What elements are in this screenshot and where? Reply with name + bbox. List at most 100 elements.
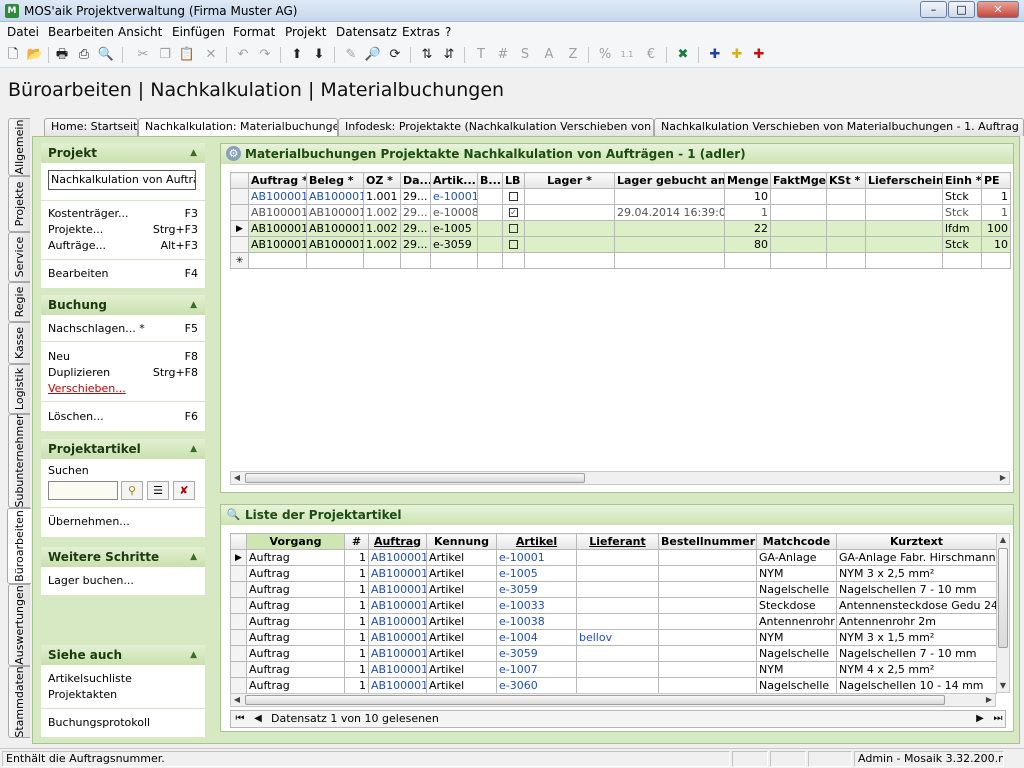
cell-lb[interactable] <box>502 236 525 253</box>
cell-bestellnummer[interactable] <box>658 661 757 678</box>
cell-einheit[interactable]: lfdm <box>942 220 982 237</box>
cell-artikel[interactable]: e-1005 <box>496 565 577 582</box>
table-row[interactable]: Auftrag 1 AB100001 Artikel e-1005 NYM NYM 3 x … <box>230 565 997 582</box>
collapse-icon[interactable]: ▲ <box>190 295 197 315</box>
table-row[interactable]: Auftrag 1 AB100001 Artikel e-10033 Steckdose A… <box>230 597 997 614</box>
column-header[interactable]: B... <box>477 172 503 189</box>
cell-lager[interactable] <box>524 236 615 253</box>
cell-kurztext[interactable]: Nagelschellen 10 - 14 mm <box>836 677 997 694</box>
maximize-button[interactable]: □ <box>948 1 975 18</box>
cell-nummer[interactable]: 1 <box>344 613 369 630</box>
cell-kennung[interactable]: Artikel <box>426 597 497 614</box>
section-header-weitere-schritte[interactable]: Weitere Schritte ▲ <box>41 547 205 567</box>
cell-menge[interactable]: 80 <box>724 236 771 253</box>
menu-projekt[interactable]: Projekt <box>285 25 326 39</box>
cell-beleg[interactable]: AB100001 <box>306 204 364 221</box>
cell-nummer[interactable]: 1 <box>344 581 369 598</box>
horizontal-scrollbar[interactable]: ◀ ▶ <box>230 693 996 707</box>
cell-vorgang[interactable]: Auftrag <box>246 629 345 646</box>
cell-kurztext[interactable]: Nagelschellen 7 - 10 mm <box>836 581 997 598</box>
first-record-icon[interactable]: ⏮ <box>233 712 247 726</box>
side-tab-projekte[interactable]: Projekte <box>8 176 30 232</box>
cell-bestellnummer[interactable] <box>658 549 757 566</box>
link-duplizieren[interactable]: Duplizieren Strg+F8 <box>48 366 198 380</box>
close-button[interactable]: ✕ <box>977 1 1019 18</box>
cell-matchcode[interactable]: Antennenrohr <box>756 613 837 630</box>
cell-auftrag[interactable]: AB100001 <box>368 645 427 662</box>
copy-icon[interactable]: ❐ <box>156 46 174 64</box>
column-header[interactable]: Kennung <box>426 533 497 550</box>
minimize-button[interactable]: – <box>920 1 947 18</box>
print-multiple-icon[interactable]: ⎙ <box>75 46 93 64</box>
excel-export-icon[interactable]: ✖ <box>674 46 692 64</box>
cell-bestellnummer[interactable] <box>658 597 757 614</box>
link-verschieben[interactable]: Verschieben... <box>48 382 198 396</box>
cell-lieferant[interactable] <box>576 565 659 582</box>
s-format-icon[interactable]: S <box>516 46 534 64</box>
cell-lieferant[interactable] <box>576 613 659 630</box>
row-selector[interactable] <box>230 565 247 582</box>
column-header[interactable]: OZ * <box>363 172 401 189</box>
scroll-down-icon[interactable]: ▼ <box>997 680 1009 692</box>
vertical-scrollbar[interactable]: ▲ ▼ <box>996 533 1010 693</box>
cell-matchcode[interactable]: NYM <box>756 629 837 646</box>
side-tab-regie[interactable]: Regie <box>8 282 30 322</box>
table-row[interactable]: Auftrag 1 AB100001 Artikel e-10038 Antennenro… <box>230 613 997 630</box>
scroll-right-icon[interactable]: ▶ <box>983 694 995 706</box>
cell-artikel[interactable]: e-10001 <box>496 549 577 566</box>
cell-menge[interactable]: 22 <box>724 220 771 237</box>
cell-artikel[interactable]: e-1007 <box>496 661 577 678</box>
row-selector[interactable] <box>230 204 249 221</box>
cell-lieferschein[interactable] <box>865 204 943 221</box>
table-row[interactable]: Auftrag 1 AB100001 Artikel e-3059 Nagelschell… <box>230 645 997 662</box>
column-header[interactable]: Einh * <box>942 172 982 189</box>
collapse-icon[interactable]: ▲ <box>190 645 197 665</box>
cell-pe[interactable]: 100 <box>981 220 1011 237</box>
arrow-up-icon[interactable]: ⬆ <box>288 46 306 64</box>
cell-kennung[interactable]: Artikel <box>426 661 497 678</box>
next-record-icon[interactable]: ▶ <box>973 712 987 726</box>
cell-datum[interactable]: 29... <box>400 236 431 253</box>
cell-artikel[interactable]: e-10033 <box>496 597 577 614</box>
z-format-icon[interactable]: Z <box>564 46 582 64</box>
cell-artikel[interactable]: e-10038 <box>496 613 577 630</box>
cell-auftrag[interactable]: AB100001 <box>368 661 427 678</box>
row-selector[interactable] <box>230 188 249 205</box>
cell-artikel[interactable]: e-3059 <box>430 236 478 253</box>
refresh-icon[interactable]: ⟳ <box>386 46 404 64</box>
cell-beleg[interactable]: AB100001 <box>306 220 364 237</box>
cell-beleg[interactable]: AB100001 <box>306 188 364 205</box>
hash-format-icon[interactable]: # <box>494 46 512 64</box>
pen-icon[interactable]: ✎ <box>342 46 360 64</box>
menu-extras[interactable]: Extras <box>402 25 440 39</box>
cell-oz[interactable]: 1.001 <box>363 188 401 205</box>
column-header[interactable]: PE <box>981 172 1011 189</box>
cell-kennung[interactable]: Artikel <box>426 629 497 646</box>
cell-kst[interactable] <box>826 236 866 253</box>
column-header[interactable]: Artik... <box>430 172 478 189</box>
side-tab-bueroarbeiten[interactable]: Büroarbeiten <box>7 508 31 584</box>
cell-menge[interactable]: 10 <box>724 188 771 205</box>
column-header[interactable]: FaktMge <box>770 172 827 189</box>
table-row[interactable]: Auftrag 1 AB100001 Artikel e-3059 Nagelschell… <box>230 581 997 598</box>
filter-icon[interactable]: ⚲ <box>121 481 143 500</box>
side-tab-kasse[interactable]: Kasse <box>8 322 30 364</box>
cell-b[interactable] <box>477 204 503 221</box>
table-row[interactable]: AB100001 AB100001 1.001 29... e-10001 10… <box>230 188 1011 205</box>
paste-icon[interactable]: 📋 <box>178 46 196 64</box>
percent-icon[interactable]: % <box>596 46 614 64</box>
cell-auftrag[interactable]: AB100001 <box>368 565 427 582</box>
cell-matchcode[interactable]: Nagelschelle <box>756 677 837 694</box>
link-buchungsprotokoll[interactable]: Buchungsprotokoll <box>48 716 198 730</box>
lb-checkbox[interactable] <box>509 192 518 201</box>
new-file-icon[interactable]: 🗋 <box>4 46 22 64</box>
project-selector-input[interactable]: Nachkalkulation von Aufträgen <box>48 170 196 190</box>
cell-kurztext[interactable]: Nagelschellen 7 - 10 mm <box>836 645 997 662</box>
table-row[interactable]: ▶ Auftrag 1 AB100001 Artikel e-10001 GA-Anlage… <box>230 549 997 566</box>
column-header[interactable]: Vorgang <box>246 533 345 550</box>
cell-gebucht[interactable] <box>614 236 725 253</box>
cell-menge[interactable]: 1 <box>724 204 771 221</box>
cell-lieferant[interactable] <box>576 661 659 678</box>
tab-infodesk[interactable]: Infodesk: Projektakte (Nachkalkulation V… <box>338 118 654 136</box>
menu-datensatz[interactable]: Datensatz <box>336 25 397 39</box>
